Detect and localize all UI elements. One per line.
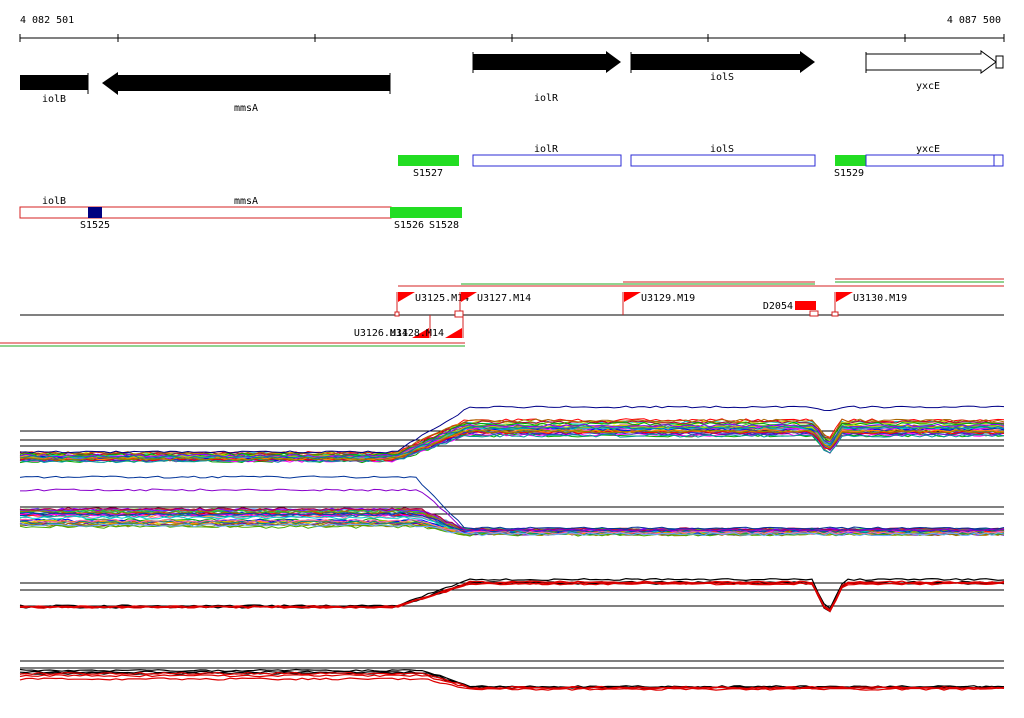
upshift-tick bbox=[831, 311, 839, 317]
transcript-track-upper: S1527 iolR iolS S1529 yxcE bbox=[398, 144, 1004, 179]
ruler-end-label: 4 087 500 bbox=[947, 15, 1001, 26]
segment-S1526-label: S1526 bbox=[394, 220, 424, 231]
expression-panel-d bbox=[19, 660, 1005, 691]
downshift-D2054-label: D2054 bbox=[763, 301, 793, 312]
transcript-iolR[interactable] bbox=[472, 154, 622, 167]
transcript-iolB-mmsA[interactable] bbox=[19, 206, 392, 219]
gene-yxcE-label: yxcE bbox=[916, 81, 940, 92]
upshift-flag bbox=[445, 328, 462, 338]
genome-browser-canvas: 4 082 501 4 087 500 iolB mmsA iolR iolS … bbox=[0, 15, 1005, 691]
upshift-flag bbox=[836, 292, 853, 302]
expression-profile bbox=[19, 580, 1005, 611]
gene-iolR-label: iolR bbox=[534, 93, 559, 104]
gene-yxcE-tail bbox=[995, 55, 1004, 69]
upshift-tick bbox=[454, 310, 464, 318]
expression-profile bbox=[19, 580, 1005, 611]
upshift-tick bbox=[394, 311, 400, 317]
transcript-iolR-label: iolR bbox=[534, 144, 559, 155]
upshift-U3128-label: U3128.M14 bbox=[390, 328, 444, 339]
gene-iolB-shape bbox=[20, 75, 88, 90]
segment-S1529-label: S1529 bbox=[834, 168, 864, 179]
expression-panel-c bbox=[19, 577, 1005, 613]
shift-track: U3125.M14 U3127.M14 U3129.M19 U3130.M19 … bbox=[0, 278, 1004, 347]
upshift-U3127[interactable]: U3127.M14 bbox=[454, 292, 531, 318]
gene-mmsA-arrow bbox=[102, 72, 390, 95]
segment-S1528-label: S1528 bbox=[429, 220, 459, 231]
upshift-U3127-label: U3127.M14 bbox=[477, 293, 531, 304]
expression-panel-b bbox=[19, 475, 1005, 537]
gene-iolR[interactable]: iolR bbox=[472, 51, 621, 104]
gene-yxcE-arrow bbox=[865, 50, 997, 74]
genome-browser-view: 4 082 501 4 087 500 iolB mmsA iolR iolS … bbox=[0, 0, 1024, 714]
segment-S1527-label: S1527 bbox=[413, 168, 443, 179]
upshift-U3128[interactable]: U3128.M14 bbox=[390, 315, 464, 339]
transcript-iolS-label: iolS bbox=[710, 144, 734, 155]
gene-mmsA-label: mmsA bbox=[234, 103, 258, 114]
transcript-mmsA-label: mmsA bbox=[234, 196, 258, 207]
transcript-yxcE-label: yxcE bbox=[916, 144, 940, 155]
upshift-flag bbox=[398, 292, 415, 302]
upshift-U3130[interactable]: U3130.M19 bbox=[831, 292, 907, 317]
transcript-iolS[interactable] bbox=[630, 154, 816, 167]
downshift-D2054[interactable]: D2054 bbox=[763, 301, 819, 317]
coordinate-ruler: 4 082 501 4 087 500 bbox=[19, 15, 1005, 42]
gene-mmsA[interactable]: mmsA bbox=[102, 72, 391, 114]
upshift-U3129[interactable]: U3129.M19 bbox=[622, 292, 695, 315]
segment-S1526-S1528[interactable] bbox=[390, 207, 462, 218]
gene-yxcE[interactable]: yxcE bbox=[865, 50, 1004, 92]
expression-profile bbox=[19, 582, 1005, 612]
gene-track: iolB mmsA iolR iolS yxcE bbox=[20, 50, 1004, 114]
segment-S1525[interactable] bbox=[88, 207, 102, 218]
gene-iolB-label: iolB bbox=[42, 94, 66, 105]
downshift-tick bbox=[809, 310, 819, 317]
segment-S1525-label: S1525 bbox=[80, 220, 110, 231]
expression-panel-a bbox=[19, 405, 1005, 464]
upshift-U3130-label: U3130.M19 bbox=[853, 293, 907, 304]
ruler-start-label: 4 082 501 bbox=[20, 15, 74, 26]
gene-iolB[interactable]: iolB bbox=[20, 73, 89, 105]
upshift-flag bbox=[624, 292, 641, 302]
downshift-box bbox=[795, 301, 816, 310]
segment-S1527[interactable] bbox=[398, 155, 459, 166]
gene-iolR-arrow bbox=[473, 51, 621, 73]
gene-iolS-arrow bbox=[631, 51, 815, 73]
transcript-yxcE[interactable] bbox=[865, 154, 1004, 167]
transcript-track-lower: iolB mmsA S1525 S1526 S1528 bbox=[19, 196, 462, 231]
upshift-U3129-label: U3129.M19 bbox=[641, 293, 695, 304]
gene-iolS-label: iolS bbox=[710, 72, 734, 83]
gene-iolS[interactable]: iolS bbox=[630, 51, 815, 83]
segment-S1529[interactable] bbox=[835, 155, 866, 166]
transcript-iolB-label: iolB bbox=[42, 196, 66, 207]
